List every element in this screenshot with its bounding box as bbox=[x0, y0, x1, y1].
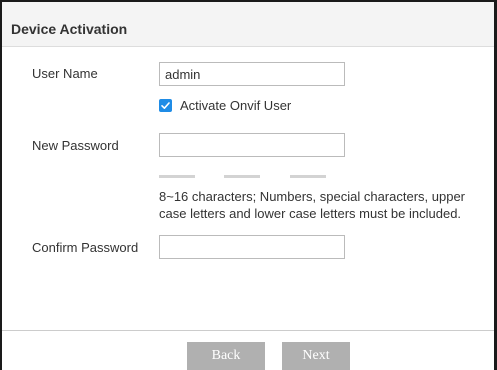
back-button[interactable]: Back bbox=[187, 342, 265, 370]
new-password-label: New Password bbox=[32, 138, 119, 153]
password-hint-line: case letters and lower case letters must… bbox=[159, 206, 462, 221]
next-button[interactable]: Next bbox=[282, 342, 350, 370]
dialog-title: Device Activation bbox=[11, 21, 128, 37]
activate-onvif-checkbox[interactable] bbox=[159, 99, 172, 112]
new-password-input[interactable] bbox=[159, 133, 345, 157]
device-activation-dialog: Device Activation User Name Activate Onv… bbox=[0, 0, 497, 370]
password-hint-line: 8~16 characters; Numbers, special charac… bbox=[159, 189, 466, 204]
password-strength-medium bbox=[224, 175, 260, 178]
user-name-input[interactable] bbox=[159, 62, 345, 86]
password-strength-strong bbox=[290, 175, 326, 178]
checkmark-icon bbox=[161, 102, 170, 109]
password-hint: 8~16 characters; Numbers, special charac… bbox=[159, 188, 494, 222]
dialog-header: Device Activation bbox=[2, 2, 494, 47]
confirm-password-label: Confirm Password bbox=[32, 240, 139, 255]
confirm-password-input[interactable] bbox=[159, 235, 345, 259]
password-strength-weak bbox=[159, 175, 195, 178]
user-name-label: User Name bbox=[32, 66, 98, 81]
activate-onvif-label[interactable]: Activate Onvif User bbox=[180, 98, 291, 114]
footer-divider bbox=[2, 330, 494, 331]
